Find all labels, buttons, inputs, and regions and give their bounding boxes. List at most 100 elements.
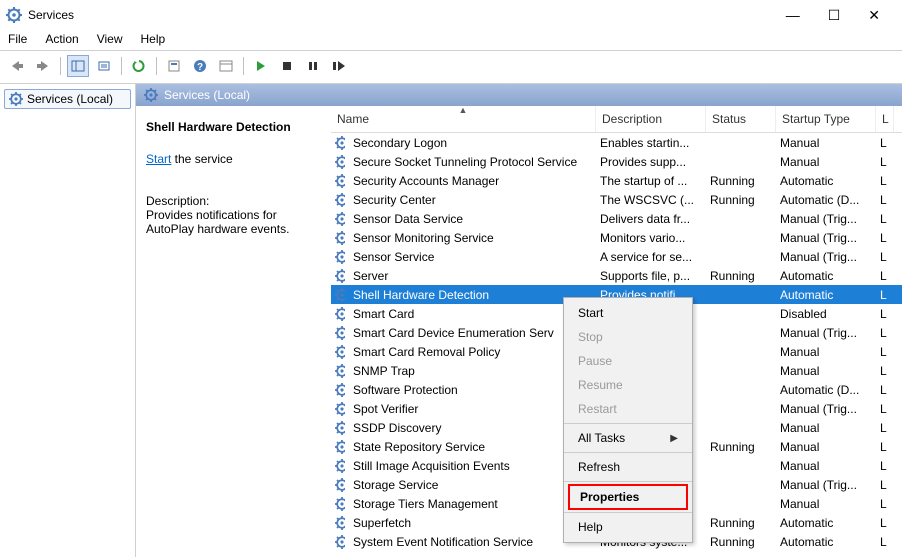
close-button[interactable]: ✕ <box>868 7 880 24</box>
cell-logon: L <box>876 231 894 245</box>
toolbar: ? <box>0 51 902 84</box>
menu-help[interactable]: Help <box>141 32 166 46</box>
description-label: Description: <box>146 194 321 208</box>
cell-startup: Manual (Trig... <box>776 212 876 226</box>
gear-icon <box>331 459 349 473</box>
table-row[interactable]: Sensor Monitoring ServiceMonitors vario.… <box>331 228 902 247</box>
cell-description: A service for se... <box>596 250 706 264</box>
table-row[interactable]: ServerSupports file, p...RunningAutomati… <box>331 266 902 285</box>
start-service-button[interactable] <box>250 55 272 77</box>
cell-startup: Manual <box>776 459 876 473</box>
export-list-button[interactable] <box>93 55 115 77</box>
table-row[interactable]: Sensor ServiceA service for se...Manual … <box>331 247 902 266</box>
cell-logon: L <box>876 326 894 340</box>
gear-icon <box>331 364 349 378</box>
gear-icon <box>331 421 349 435</box>
pause-service-button[interactable] <box>302 55 324 77</box>
cell-logon: L <box>876 193 894 207</box>
restart-service-button[interactable] <box>328 55 350 77</box>
ctx-sep <box>564 512 692 513</box>
cell-logon: L <box>876 364 894 378</box>
cell-logon: L <box>876 155 894 169</box>
table-row[interactable]: Security Accounts ManagerThe startup of … <box>331 171 902 190</box>
table-row[interactable]: Security CenterThe WSCSVC (...RunningAut… <box>331 190 902 209</box>
back-button[interactable] <box>6 55 28 77</box>
cell-logon: L <box>876 345 894 359</box>
cell-startup: Automatic <box>776 288 876 302</box>
cell-status: Running <box>706 440 776 454</box>
gear-icon <box>331 269 349 283</box>
cell-logon: L <box>876 497 894 511</box>
maximize-button[interactable]: ☐ <box>828 7 841 24</box>
table-row[interactable]: Secondary LogonEnables startin...ManualL <box>331 133 902 152</box>
ctx-sep <box>564 452 692 453</box>
tree-pane: Services (Local) <box>0 84 136 557</box>
cell-startup: Disabled <box>776 307 876 321</box>
cell-status: Running <box>706 193 776 207</box>
cell-logon: L <box>876 269 894 283</box>
selected-service-name: Shell Hardware Detection <box>146 120 321 134</box>
context-menu: Start Stop Pause Resume Restart All Task… <box>563 297 693 543</box>
table-row[interactable]: Secure Socket Tunneling Protocol Service… <box>331 152 902 171</box>
cell-name: Security Center <box>349 193 596 207</box>
gear-icon <box>331 402 349 416</box>
colhead-status[interactable]: Status <box>706 106 776 132</box>
app-gear-icon <box>6 7 22 23</box>
ctx-restart: Restart <box>564 397 692 421</box>
menu-file[interactable]: File <box>8 32 27 46</box>
gear-icon <box>331 478 349 492</box>
table-row[interactable]: Sensor Data ServiceDelivers data fr...Ma… <box>331 209 902 228</box>
ctx-sep <box>564 423 692 424</box>
cell-name: Spot Verifier <box>349 402 596 416</box>
colhead-description[interactable]: Description <box>596 106 706 132</box>
menu-bar: File Action View Help <box>0 30 902 51</box>
menu-view[interactable]: View <box>97 32 123 46</box>
colhead-name[interactable]: ▲Name <box>331 106 596 132</box>
menu-action[interactable]: Action <box>45 32 78 46</box>
cell-logon: L <box>876 516 894 530</box>
cell-startup: Automatic <box>776 535 876 549</box>
colhead-startup[interactable]: Startup Type <box>776 106 876 132</box>
cell-name: Still Image Acquisition Events <box>349 459 596 473</box>
refresh-button[interactable] <box>128 55 150 77</box>
window-title: Services <box>28 8 786 22</box>
cell-name: Secondary Logon <box>349 136 596 150</box>
gear-icon <box>331 155 349 169</box>
ctx-refresh[interactable]: Refresh <box>564 455 692 479</box>
cell-logon: L <box>876 288 894 302</box>
gear-icon <box>331 440 349 454</box>
cell-startup: Automatic (D... <box>776 193 876 207</box>
help-button[interactable]: ? <box>189 55 211 77</box>
ctx-properties[interactable]: Properties <box>568 484 688 510</box>
cell-startup: Automatic <box>776 516 876 530</box>
cell-startup: Manual <box>776 421 876 435</box>
ctx-help[interactable]: Help <box>564 515 692 539</box>
cell-logon: L <box>876 478 894 492</box>
cell-description: Enables startin... <box>596 136 706 150</box>
cell-logon: L <box>876 402 894 416</box>
stop-service-button[interactable] <box>276 55 298 77</box>
start-service-link[interactable]: Start <box>146 152 171 166</box>
gear-icon <box>331 345 349 359</box>
cell-name: Sensor Data Service <box>349 212 596 226</box>
cell-name: Server <box>349 269 596 283</box>
ctx-start[interactable]: Start <box>564 301 692 325</box>
cell-name: Shell Hardware Detection <box>349 288 596 302</box>
gear-icon <box>331 136 349 150</box>
gear-icon <box>9 92 23 106</box>
colhead-logon[interactable]: L <box>876 106 894 132</box>
minimize-button[interactable]: — <box>786 7 800 24</box>
cell-name: Smart Card <box>349 307 596 321</box>
show-detail-button[interactable] <box>215 55 237 77</box>
show-hide-tree-button[interactable] <box>67 55 89 77</box>
forward-button[interactable] <box>32 55 54 77</box>
cell-description: The WSCSVC (... <box>596 193 706 207</box>
ctx-stop: Stop <box>564 325 692 349</box>
start-service-line: Start the service <box>146 152 321 166</box>
properties-button[interactable] <box>163 55 185 77</box>
tree-item-services-local[interactable]: Services (Local) <box>4 89 131 109</box>
cell-status: Running <box>706 174 776 188</box>
gear-icon <box>331 516 349 530</box>
gear-icon <box>331 535 349 549</box>
ctx-all-tasks[interactable]: All Tasks▶ <box>564 426 692 450</box>
